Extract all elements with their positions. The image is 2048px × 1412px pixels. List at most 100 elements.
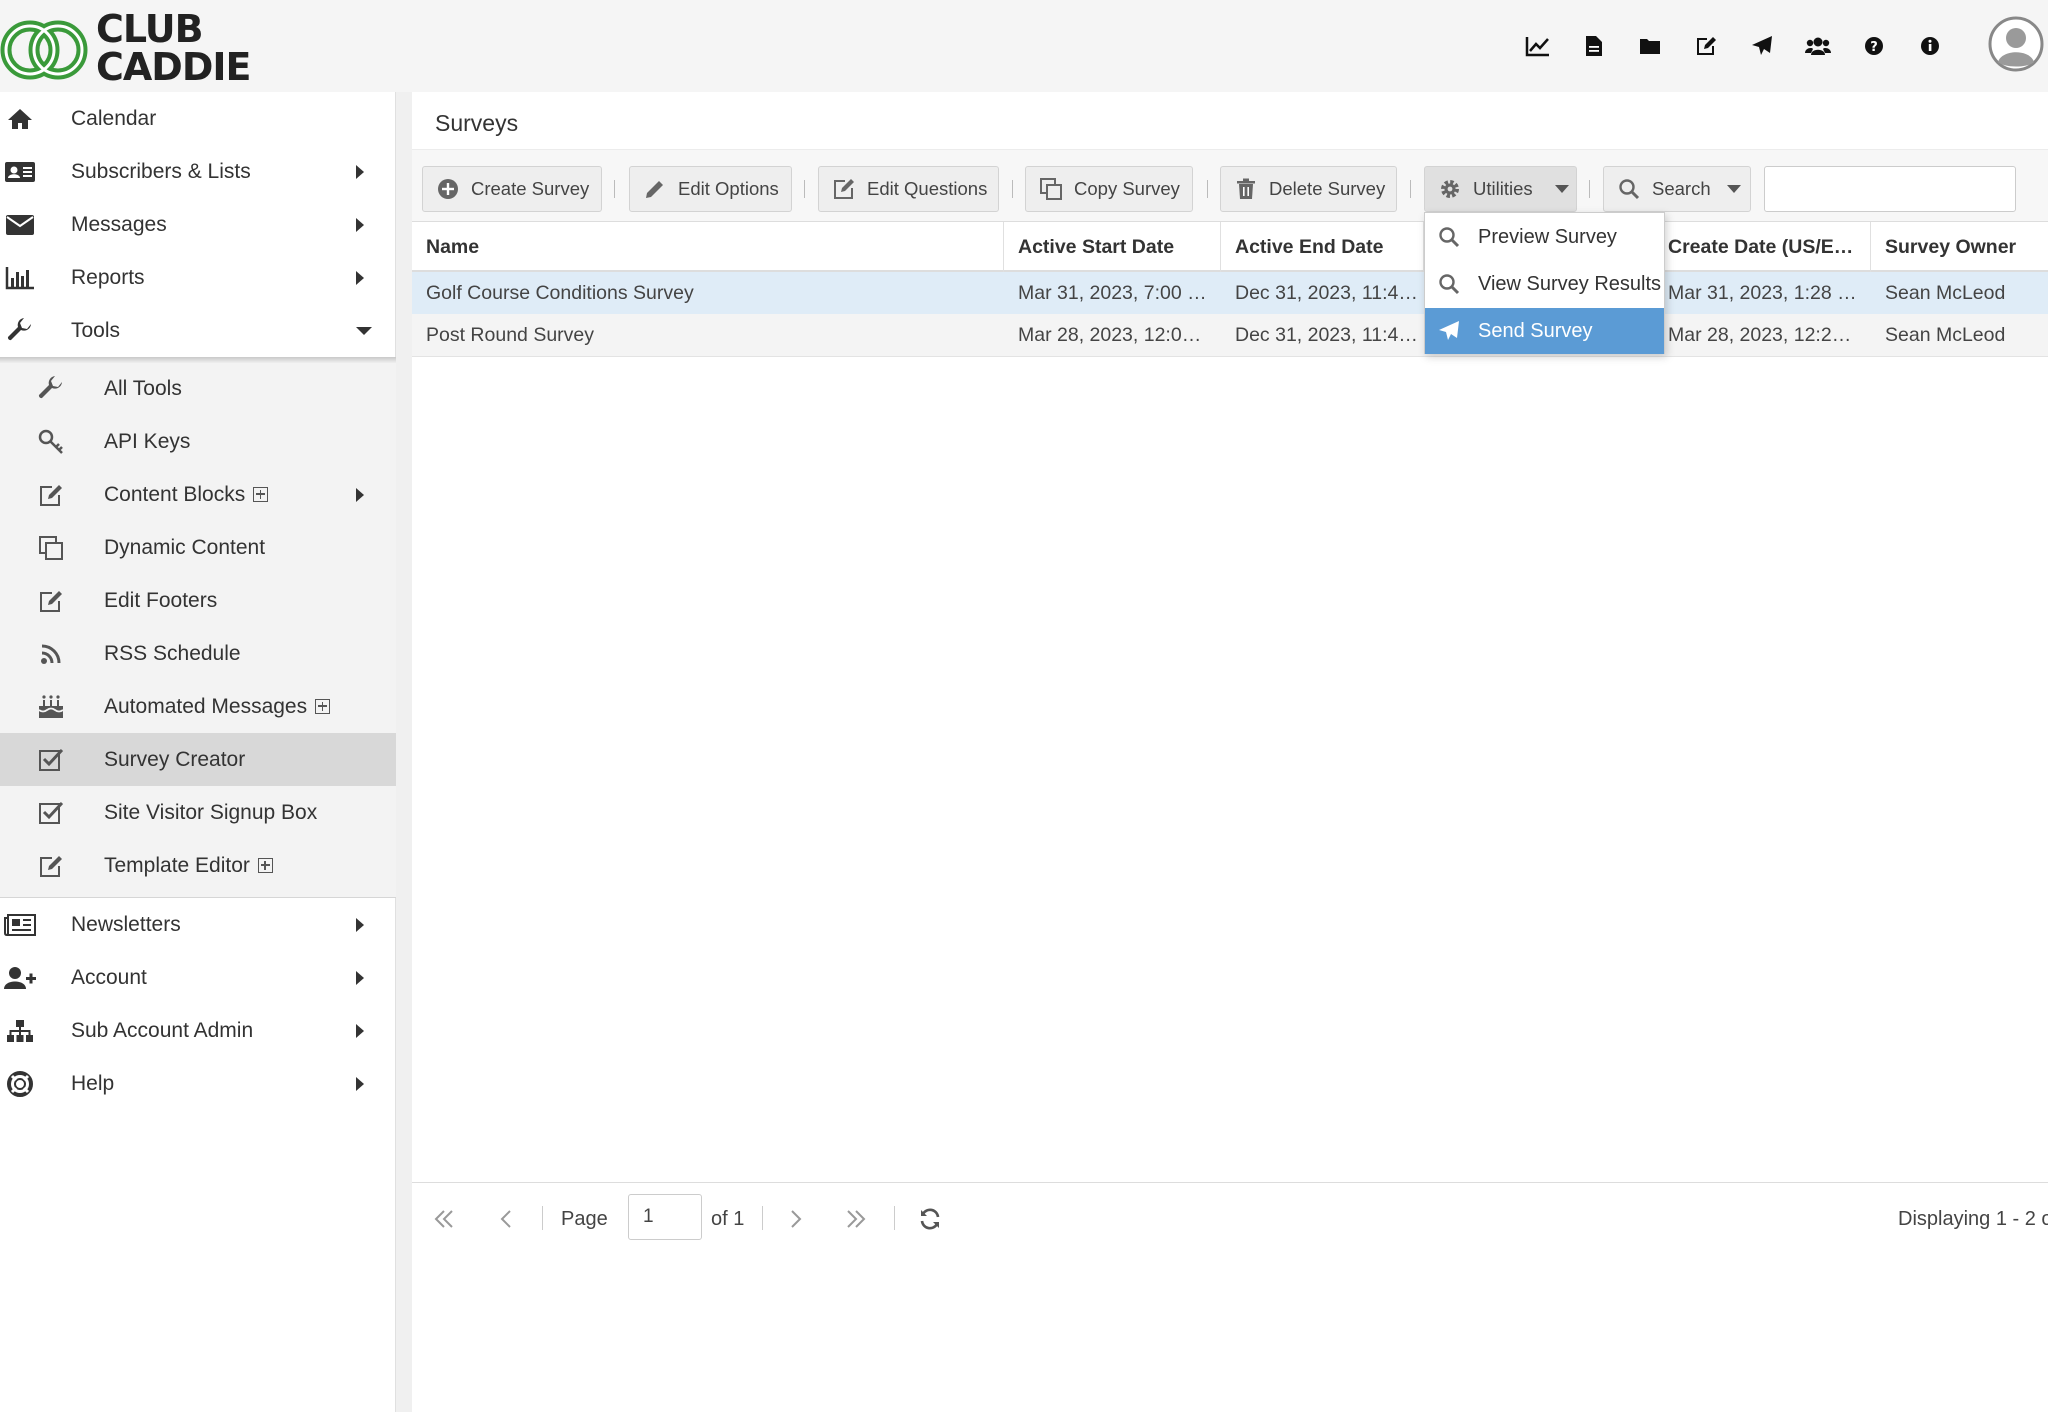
row-divider <box>412 356 2048 357</box>
column-header-name[interactable]: Name <box>412 222 1004 272</box>
chart-line-icon[interactable] <box>1510 28 1566 64</box>
copy-survey-button[interactable]: Copy Survey <box>1025 166 1193 212</box>
sidebar-subitem-automated-messages[interactable]: Automated Messages <box>0 680 396 733</box>
page-number-input[interactable]: 1 <box>628 1194 702 1240</box>
cell-name: Golf Course Conditions Survey <box>426 281 694 304</box>
sidebar-item-subscribers[interactable]: Subscribers & Lists <box>0 145 396 198</box>
users-icon[interactable] <box>1790 28 1846 64</box>
last-page-icon[interactable] <box>844 1196 868 1242</box>
envelope-icon <box>4 210 36 240</box>
menu-item-send-survey[interactable]: Send Survey <box>1425 308 1664 354</box>
folder-icon[interactable] <box>1622 28 1678 64</box>
edit-options-button[interactable]: Edit Options <box>629 166 792 212</box>
home-icon <box>4 104 36 134</box>
sidebar-item-sub-account-admin[interactable]: Sub Account Admin <box>0 1004 396 1057</box>
sidebar-subitem-dynamic-content[interactable]: Dynamic Content <box>0 521 396 574</box>
pager-separator <box>762 1206 763 1230</box>
column-header-active-end-date[interactable]: Active End Date <box>1221 222 1424 272</box>
caret-right-icon <box>356 217 364 232</box>
menu-item-preview-survey[interactable]: Preview Survey <box>1425 214 1664 260</box>
toolbar-separator <box>804 180 805 198</box>
sitemap-icon <box>4 1016 36 1046</box>
refresh-icon[interactable] <box>918 1196 942 1242</box>
user-avatar-icon[interactable] <box>1988 16 2044 72</box>
sidebar-item-label: Reports <box>71 265 145 289</box>
sidebar-subitem-survey-creator[interactable]: Survey Creator <box>0 733 396 786</box>
document-icon[interactable] <box>1566 28 1622 64</box>
sidebar-item-messages[interactable]: Messages <box>0 198 396 251</box>
question-icon[interactable]: ? <box>1846 28 1902 64</box>
info-icon[interactable] <box>1902 28 1958 64</box>
edit-questions-label: Edit Questions <box>867 178 988 199</box>
display-count-text: Displaying 1 - 2 o <box>1898 1207 2048 1230</box>
sidebar-subitem-api-keys[interactable]: API Keys <box>0 415 396 468</box>
logo-line-1: CLUB <box>96 7 204 51</box>
sidebar-subitem-all-tools[interactable]: All Tools <box>0 362 396 415</box>
sidebar-item-label: Calendar <box>71 106 157 130</box>
sidebar-item-calendar[interactable]: Calendar <box>0 92 396 145</box>
create-survey-label: Create Survey <box>471 178 590 199</box>
sidebar-subitem-site-visitor-signup-box[interactable]: Site Visitor Signup Box <box>0 786 396 839</box>
edit-icon <box>831 176 857 202</box>
sidebar-subitem-edit-footers[interactable]: Edit Footers <box>0 574 396 627</box>
column-header-create-date[interactable]: Create Date (US/E… <box>1654 222 1871 272</box>
expand-plus-icon[interactable] <box>257 857 273 873</box>
sidebar-item-label: Subscribers & Lists <box>71 159 251 183</box>
content-blocks-label: Content Blocks <box>104 482 246 506</box>
checkbox-icon <box>36 798 66 828</box>
cell-end: Dec 31, 2023, 11:4… <box>1235 323 1418 346</box>
sidebar-item-newsletters[interactable]: Newsletters <box>0 898 396 951</box>
logo-mark-icon <box>0 20 88 80</box>
sidebar-subitem-content-blocks[interactable]: Content Blocks <box>0 468 396 521</box>
sidebar-item-account[interactable]: Account <box>0 951 396 1004</box>
next-page-icon[interactable] <box>786 1196 806 1242</box>
menu-item-label: Preview Survey <box>1478 225 1617 248</box>
wrench-icon <box>36 374 66 404</box>
edit-icon[interactable] <box>1678 28 1734 64</box>
search-dropdown-button[interactable]: Search <box>1603 166 1751 212</box>
search-input[interactable] <box>1764 166 2016 212</box>
menu-item-label: Send Survey <box>1478 319 1593 342</box>
sidebar-item-reports[interactable]: Reports <box>0 251 396 304</box>
expand-plus-icon[interactable] <box>253 486 269 502</box>
utilities-menu: Preview Survey View Survey Results Send … <box>1424 212 1665 354</box>
utilities-dropdown-button[interactable]: Utilities <box>1424 166 1577 212</box>
paper-plane-icon <box>1436 318 1462 344</box>
caret-right-icon <box>356 917 364 932</box>
column-header-active-start-date[interactable]: Active Start Date <box>1004 222 1221 272</box>
edit-icon <box>36 480 66 510</box>
logo-text: CLUB CADDIE <box>96 7 251 86</box>
paper-plane-icon[interactable] <box>1734 28 1790 64</box>
caret-right-icon <box>356 164 364 179</box>
create-survey-button[interactable]: Create Survey <box>422 166 602 212</box>
caret-right-icon <box>356 1023 364 1038</box>
sidebar-item-tools[interactable]: Tools <box>0 304 396 357</box>
expand-plus-icon[interactable] <box>315 698 331 714</box>
delete-survey-label: Delete Survey <box>1269 178 1386 199</box>
sidebar-subitem-label: Survey Creator <box>104 747 246 771</box>
menu-item-view-survey-results[interactable]: View Survey Results <box>1425 261 1664 307</box>
cell-created: Mar 28, 2023, 12:2… <box>1668 323 1852 346</box>
cell-owner: Sean McLeod <box>1885 323 2006 346</box>
club-caddie-logo[interactable]: CLUB CADDIE <box>0 8 260 88</box>
sidebar-subitem-label: Site Visitor Signup Box <box>104 800 318 824</box>
edit-questions-button[interactable]: Edit Questions <box>818 166 999 212</box>
menu-item-label: View Survey Results <box>1478 272 1662 295</box>
sidebar-subitem-rss-schedule[interactable]: RSS Schedule <box>0 627 396 680</box>
column-header-survey-owner[interactable]: Survey Owner <box>1871 222 2048 272</box>
previous-page-icon[interactable] <box>496 1196 516 1242</box>
first-page-icon[interactable] <box>432 1196 456 1242</box>
sidebar-subitem-template-editor[interactable]: Template Editor <box>0 839 396 892</box>
sidebar-item-label: Newsletters <box>71 912 181 936</box>
sidebar-subitem-label: Template Editor <box>104 854 273 878</box>
utilities-label: Utilities <box>1473 178 1533 199</box>
delete-survey-button[interactable]: Delete Survey <box>1220 166 1397 212</box>
sidebar-subitem-label: RSS Schedule <box>104 641 241 665</box>
newspaper-icon <box>4 910 36 940</box>
page-title-bar: Surveys <box>412 92 2048 150</box>
cell-created: Mar 31, 2023, 1:28 … <box>1668 281 1857 304</box>
pager-separator <box>894 1206 895 1230</box>
toolbar-separator <box>1410 180 1411 198</box>
sidebar-item-help[interactable]: Help <box>0 1057 396 1110</box>
search-icon <box>1436 224 1462 250</box>
